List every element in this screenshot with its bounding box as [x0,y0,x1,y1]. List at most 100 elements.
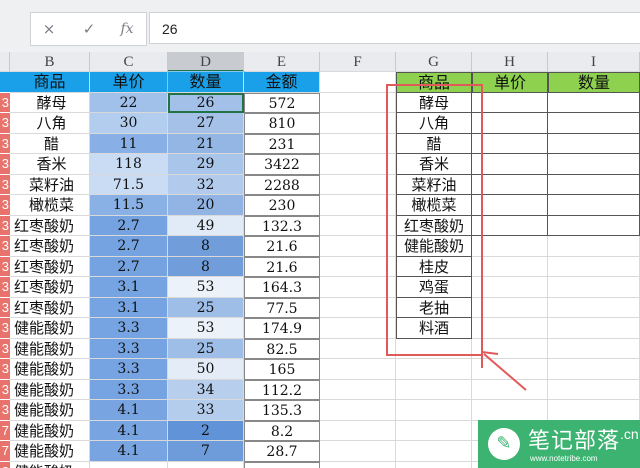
row-number[interactable]: 3 [0,92,10,113]
empty-cell[interactable] [320,277,396,298]
price-cell[interactable]: 22 [90,92,168,113]
lookup-product-cell[interactable]: 桂皮 [396,256,472,277]
lookup-qty-cell[interactable] [548,174,640,195]
price-cell[interactable]: 71.5 [90,174,168,195]
lookup-product-cell[interactable]: 橄榄菜 [396,195,472,216]
amount-cell[interactable]: 2288 [244,174,320,195]
product-name-cell[interactable]: 红枣酸奶 [10,297,90,318]
price-cell[interactable]: 2.7 [90,236,168,257]
empty-cell[interactable] [472,277,548,298]
empty-cell[interactable] [548,297,640,318]
quantity-cell[interactable]: 50 [168,359,244,380]
lookup-product-cell[interactable]: 菜籽油 [396,174,472,195]
price-cell[interactable]: 4.1 [90,441,168,462]
product-name-cell[interactable]: 红枣酸奶 [10,215,90,236]
lookup-price-cell[interactable] [472,195,548,216]
row-number[interactable]: 3 [0,215,10,236]
price-cell[interactable]: 2.7 [90,256,168,277]
row-number[interactable]: 3 [0,338,10,359]
amount-cell[interactable]: 174.9 [244,318,320,339]
empty-cell[interactable] [472,236,548,257]
column-header-f[interactable]: F [320,52,396,72]
lookup-qty-cell[interactable] [548,133,640,154]
spreadsheet-grid[interactable]: B C D E F G H I 商品 单价 数量 金额 商品 单价 数量 3 酵母 22 26 572 酵母 3 八角 30 2… [0,52,640,468]
row-number[interactable]: 3 [0,133,10,154]
amount-cell[interactable]: 810 [244,113,320,134]
empty-cell[interactable] [320,318,396,339]
empty-cell[interactable] [396,338,472,359]
quantity-cell[interactable]: 49 [168,215,244,236]
column-header-e[interactable]: E [244,52,320,72]
empty-cell[interactable] [472,318,548,339]
quantity-cell[interactable]: 33 [168,400,244,421]
product-name-cell[interactable]: 醋 [10,133,90,154]
product-name-cell[interactable]: 香米 [10,154,90,175]
amount-cell[interactable] [244,461,320,468]
empty-cell[interactable] [472,400,548,421]
product-name-cell[interactable]: 健能酸奶 [10,461,90,468]
lookup-price-cell[interactable] [472,133,548,154]
price-cell[interactable]: 3.3 [90,359,168,380]
empty-cell[interactable] [320,195,396,216]
amount-cell[interactable]: 82.5 [244,338,320,359]
empty-cell[interactable] [472,297,548,318]
empty-cell[interactable] [396,400,472,421]
empty-cell[interactable] [320,359,396,380]
row-number[interactable]: 3 [0,154,10,175]
quantity-cell[interactable]: 20 [168,195,244,216]
price-cell[interactable]: 3.3 [90,379,168,400]
product-name-cell[interactable]: 健能酸奶 [10,338,90,359]
quantity-cell[interactable]: 2 [168,420,244,441]
row-number[interactable]: 3 [0,277,10,298]
amount-cell[interactable]: 3422 [244,154,320,175]
product-name-cell[interactable]: 酵母 [10,92,90,113]
amount-cell[interactable]: 165 [244,359,320,380]
product-name-cell[interactable]: 健能酸奶 [10,441,90,462]
amount-cell[interactable]: 21.6 [244,256,320,277]
empty-cell[interactable] [320,441,396,462]
row-number[interactable]: 3 [0,359,10,380]
lookup-qty-cell[interactable] [548,195,640,216]
quantity-cell[interactable]: 8 [168,236,244,257]
empty-cell[interactable] [396,461,472,468]
price-cell[interactable]: 11 [90,133,168,154]
column-header-b[interactable]: B [10,52,90,72]
amount-cell[interactable]: 164.3 [244,277,320,298]
product-name-cell[interactable]: 红枣酸奶 [10,256,90,277]
lookup-product-cell[interactable]: 八角 [396,113,472,134]
lookup-qty-cell[interactable] [548,154,640,175]
column-header-h[interactable]: H [472,52,548,72]
table1-header[interactable]: 数量 [167,71,245,94]
product-name-cell[interactable]: 菜籽油 [10,174,90,195]
lookup-price-cell[interactable] [472,174,548,195]
table1-header[interactable]: 商品 [10,72,90,93]
empty-cell[interactable] [548,359,640,380]
row-number[interactable]: 3 [0,379,10,400]
price-cell[interactable]: 30 [90,113,168,134]
product-name-cell[interactable]: 健能酸奶 [10,318,90,339]
lookup-qty-cell[interactable] [548,113,640,134]
quantity-cell[interactable]: 21 [168,133,244,154]
empty-cell[interactable] [320,154,396,175]
lookup-price-cell[interactable] [472,92,548,113]
product-name-cell[interactable]: 红枣酸奶 [10,236,90,257]
lookup-qty-cell[interactable] [548,215,640,236]
empty-cell[interactable] [320,72,396,93]
row-number[interactable]: 3 [0,400,10,421]
lookup-product-cell[interactable]: 醋 [396,133,472,154]
product-name-cell[interactable]: 橄榄菜 [10,195,90,216]
selected-cell[interactable]: 26 [168,92,244,113]
column-header-i[interactable]: I [548,52,640,72]
price-cell[interactable]: 3.1 [90,297,168,318]
amount-cell[interactable]: 8.2 [244,420,320,441]
empty-cell[interactable] [320,379,396,400]
price-cell[interactable]: 3.3 [90,318,168,339]
price-cell[interactable]: 4.1 [90,400,168,421]
quantity-cell[interactable]: 29 [168,154,244,175]
row-number[interactable]: 3 [0,256,10,277]
column-header-d[interactable]: D [168,52,244,72]
quantity-cell[interactable]: 8 [168,256,244,277]
empty-cell[interactable] [320,256,396,277]
row-number[interactable]: 7 [0,441,10,462]
empty-cell[interactable] [320,174,396,195]
